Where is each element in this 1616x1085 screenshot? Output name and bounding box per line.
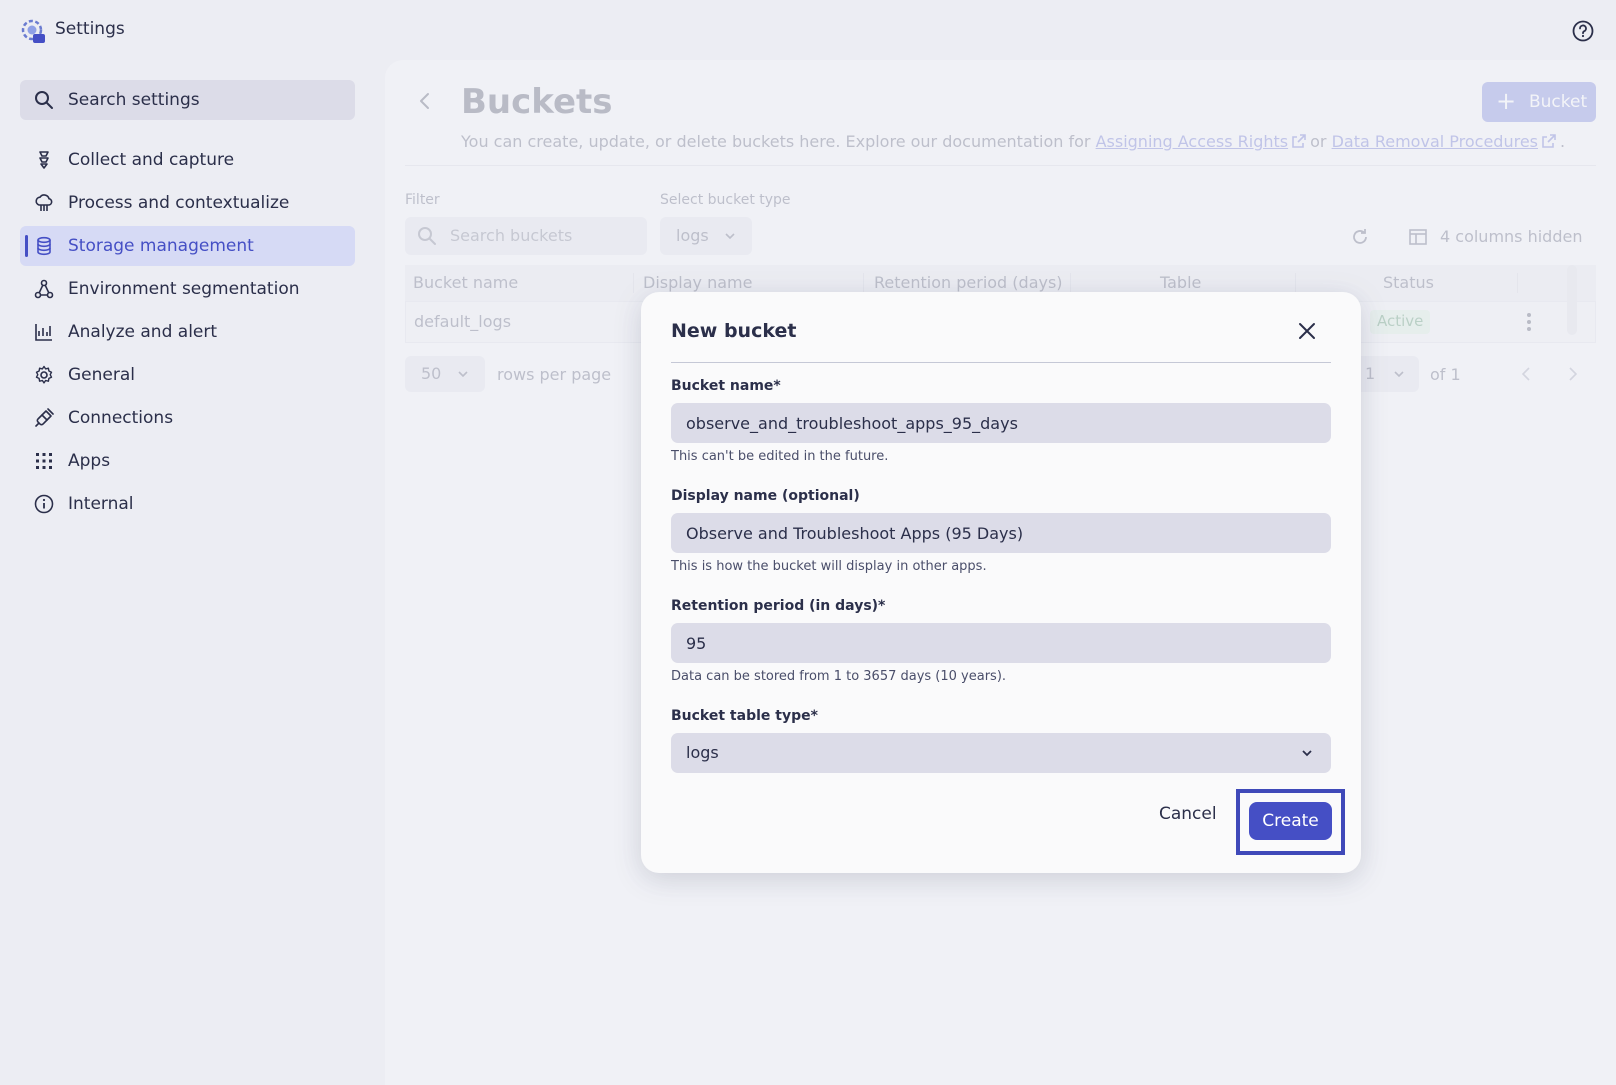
- help-icon[interactable]: [1572, 20, 1594, 42]
- sidebar-item-storage-management[interactable]: Storage management: [20, 226, 355, 266]
- bucket-name-label: Bucket name*: [671, 378, 781, 394]
- sidebar-item-analyze-and-alert[interactable]: Analyze and alert: [20, 312, 355, 352]
- info-icon: [34, 494, 54, 514]
- sidebar: Search settings Collect and capture Proc…: [0, 60, 375, 1085]
- chart-icon: [35, 324, 52, 341]
- table-type-select[interactable]: logs: [671, 733, 1331, 773]
- dialog-divider: [671, 362, 1331, 363]
- sidebar-item-apps[interactable]: Apps: [20, 441, 355, 481]
- sidebar-item-label: Analyze and alert: [68, 322, 218, 342]
- sidebar-item-label: General: [68, 365, 135, 385]
- close-icon[interactable]: [1297, 321, 1317, 341]
- sidebar-item-connections[interactable]: Connections: [20, 398, 355, 438]
- sidebar-item-label: Collect and capture: [68, 150, 235, 170]
- settings-app-logo-icon: [21, 19, 45, 43]
- bucket-name-hint: This can't be edited in the future.: [671, 449, 889, 464]
- dialog-title: New bucket: [671, 320, 797, 342]
- sidebar-item-label: Connections: [68, 408, 174, 428]
- retention-period-label: Retention period (in days)*: [671, 598, 886, 614]
- gear-icon: [35, 365, 53, 384]
- search-settings-button[interactable]: Search settings: [20, 80, 355, 120]
- sidebar-item-general[interactable]: General: [20, 355, 355, 395]
- sidebar-item-label: Storage management: [68, 236, 254, 256]
- sidebar-item-label: Internal: [68, 494, 134, 514]
- database-icon: [37, 236, 51, 256]
- segmentation-icon: [34, 279, 54, 299]
- cloud-process-icon: [35, 194, 53, 211]
- sidebar-item-environment-segmentation[interactable]: Environment segmentation: [20, 269, 355, 309]
- search-icon: [35, 91, 53, 109]
- table-type-value: logs: [686, 743, 719, 762]
- display-name-input[interactable]: [671, 513, 1331, 553]
- sidebar-item-label: Apps: [68, 451, 111, 471]
- apps-grid-icon: [36, 453, 52, 469]
- app-title: Settings: [55, 19, 125, 39]
- sidebar-nav: Collect and capture Process and contextu…: [20, 140, 355, 527]
- retention-period-hint: Data can be stored from 1 to 3657 days (…: [671, 669, 1007, 684]
- sidebar-item-label: Environment segmentation: [68, 279, 300, 299]
- table-type-label: Bucket table type*: [671, 708, 818, 724]
- display-name-hint: This is how the bucket will display in o…: [671, 559, 987, 574]
- display-name-label: Display name (optional): [671, 488, 860, 504]
- new-bucket-dialog: New bucket Bucket name* This can't be ed…: [641, 292, 1361, 873]
- chevron-down-icon: [1302, 750, 1312, 757]
- collect-icon: [39, 151, 49, 169]
- sidebar-item-label: Process and contextualize: [68, 193, 290, 213]
- retention-period-input[interactable]: [671, 623, 1331, 663]
- bucket-name-input[interactable]: [671, 403, 1331, 443]
- search-settings-label: Search settings: [68, 90, 200, 110]
- sidebar-item-process-and-contextualize[interactable]: Process and contextualize: [20, 183, 355, 223]
- top-bar: Settings: [0, 0, 1616, 60]
- create-button[interactable]: Create: [1249, 802, 1332, 840]
- sidebar-item-internal[interactable]: Internal: [20, 484, 355, 524]
- sidebar-item-collect-and-capture[interactable]: Collect and capture: [20, 140, 355, 180]
- plug-icon: [35, 408, 54, 427]
- cancel-button[interactable]: Cancel: [1159, 804, 1217, 824]
